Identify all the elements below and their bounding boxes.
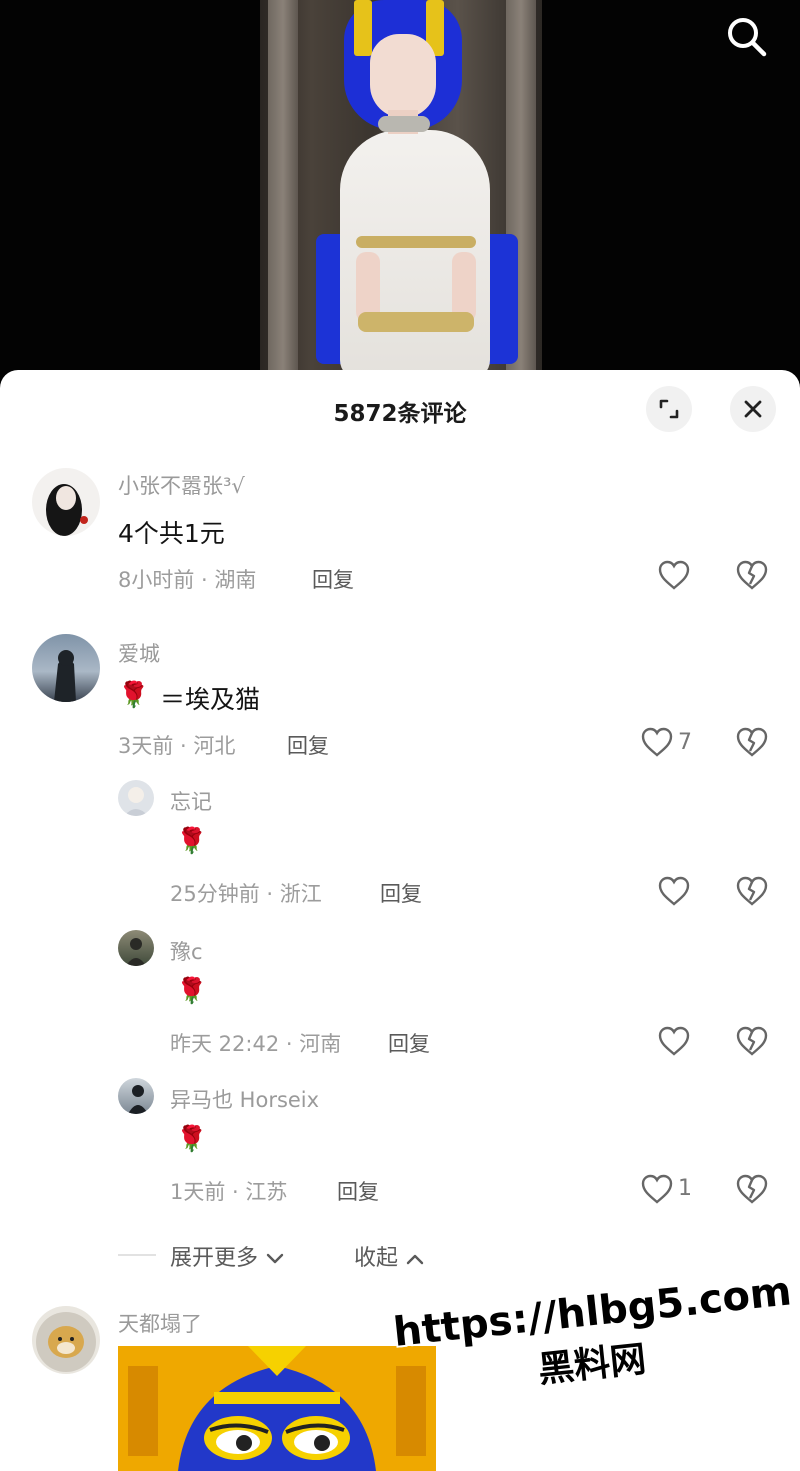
heart-icon[interactable]: [640, 726, 674, 758]
reply-meta: 昨天 22:42 · 河南: [170, 1032, 342, 1056]
reply-button[interactable]: 回复: [380, 878, 422, 908]
avatar[interactable]: [118, 780, 154, 816]
collapse-button[interactable]: 收起: [354, 1240, 425, 1272]
expand-more-label: 展开更多: [170, 1246, 259, 1271]
like-count: 7: [678, 730, 692, 755]
avatar[interactable]: [32, 1306, 100, 1374]
comments-header: 5872条评论: [0, 370, 800, 448]
video-player[interactable]: [0, 0, 800, 380]
comment-meta: 8小时前 · 湖南: [118, 568, 257, 592]
reply-meta: 1天前 · 江苏: [170, 1180, 288, 1204]
comment-username[interactable]: 爱城: [118, 638, 160, 668]
close-button[interactable]: [730, 386, 776, 432]
reply-emoji: 🌹: [176, 1124, 208, 1153]
avatar[interactable]: [32, 468, 100, 536]
figure-gold-band: [356, 236, 476, 248]
broken-heart-icon[interactable]: [735, 726, 769, 758]
expand-more-button[interactable]: 展开更多: [170, 1240, 285, 1272]
chevron-down-icon: [266, 1253, 284, 1264]
heart-icon[interactable]: [657, 875, 691, 907]
avatar[interactable]: [118, 1078, 154, 1114]
reply-username[interactable]: 豫c: [170, 936, 203, 966]
figure-face: [370, 34, 436, 118]
reply-emoji: 🌹: [176, 826, 208, 855]
reply-button[interactable]: 回复: [287, 730, 329, 760]
heart-icon[interactable]: [640, 1173, 674, 1205]
broken-heart-icon[interactable]: [735, 559, 769, 591]
reply-button[interactable]: 回复: [337, 1176, 379, 1206]
close-icon: [744, 400, 762, 418]
heart-icon[interactable]: [657, 559, 691, 591]
chevron-up-icon: [406, 1254, 424, 1265]
collapse-label: 收起: [354, 1246, 399, 1271]
reply-emoji: 🌹: [176, 976, 208, 1005]
comment-emoji: 🌹: [118, 680, 150, 709]
reply-username[interactable]: 忘记: [170, 786, 212, 816]
divider-line: [118, 1254, 156, 1256]
broken-heart-icon[interactable]: [735, 875, 769, 907]
figure-gold-belt: [358, 312, 474, 332]
expand-button[interactable]: [646, 386, 692, 432]
comment-text: ＝埃及猫: [160, 685, 261, 714]
reply-username[interactable]: 异马也 Horseix: [170, 1084, 319, 1114]
avatar[interactable]: [32, 634, 100, 702]
comment-username[interactable]: 小张不嚣张³√: [118, 470, 245, 500]
avatar[interactable]: [118, 930, 154, 966]
comment-username[interactable]: 天都塌了: [118, 1308, 202, 1338]
figure-headpiece-left: [354, 0, 372, 56]
figure-collar: [378, 116, 430, 132]
broken-heart-icon[interactable]: [735, 1025, 769, 1057]
door-frame-left: [268, 0, 298, 380]
comment-meta: 3天前 · 河北: [118, 734, 236, 758]
reply-button[interactable]: 回复: [312, 564, 354, 594]
reply-button[interactable]: 回复: [388, 1028, 430, 1058]
video-frame: [260, 0, 542, 380]
comment-text: 4个共1元: [118, 519, 225, 548]
like-count: 1: [678, 1176, 692, 1201]
comment-sticker-image[interactable]: [118, 1346, 436, 1471]
search-icon[interactable]: [724, 14, 770, 60]
expand-icon: [659, 399, 679, 419]
heart-icon[interactable]: [657, 1025, 691, 1057]
broken-heart-icon[interactable]: [735, 1173, 769, 1205]
reply-meta: 25分钟前 · 浙江: [170, 882, 322, 906]
